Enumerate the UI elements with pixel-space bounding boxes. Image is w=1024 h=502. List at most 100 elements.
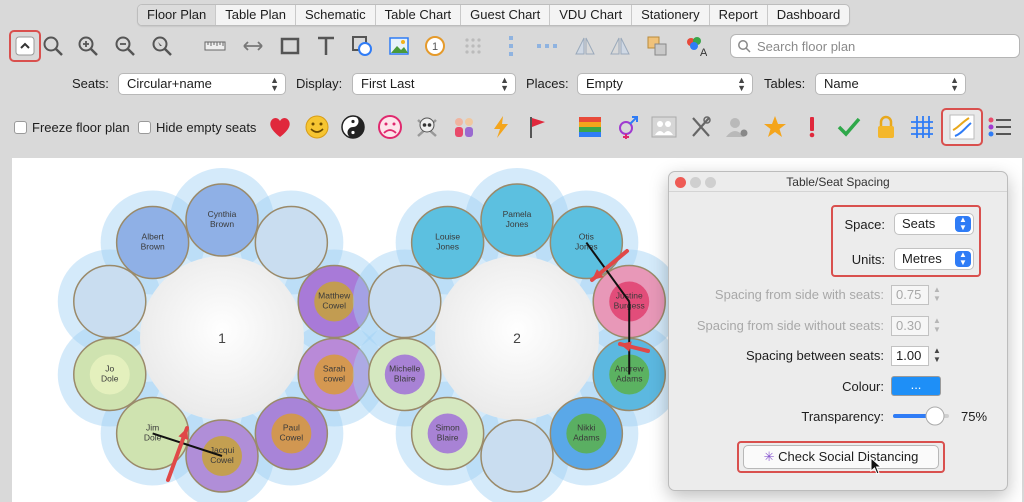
- places-select[interactable]: Empty ▲ ▼: [577, 73, 753, 95]
- freeze-floor-plan-checkbox[interactable]: Freeze floor plan: [14, 120, 132, 135]
- star-icon[interactable]: [760, 112, 790, 142]
- seat-name: Albert Brown: [141, 232, 165, 252]
- units-select[interactable]: Metres ▲ ▼: [894, 248, 974, 270]
- seats-select[interactable]: Circular+name ▲ ▼: [118, 73, 286, 95]
- zoom-out-icon[interactable]: [111, 32, 139, 60]
- groups-icon[interactable]: [649, 112, 679, 142]
- checkbox-box[interactable]: [14, 121, 27, 134]
- search-field[interactable]: Search floor plan: [730, 34, 1020, 58]
- collapse-icon[interactable]: [9, 30, 41, 62]
- distribute-vertical-icon[interactable]: [497, 32, 525, 60]
- check-social-distancing-button[interactable]: ✳ Check Social Distancing: [743, 445, 939, 469]
- seat[interactable]: [368, 264, 442, 339]
- yin-yang-icon[interactable]: [338, 112, 368, 142]
- lightning-icon[interactable]: [486, 112, 516, 142]
- shapes-tool-icon[interactable]: [348, 32, 376, 60]
- tab-vdu-chart[interactable]: VDU Chart: [550, 5, 633, 25]
- seat-circle[interactable]: [254, 205, 329, 280]
- seat-circle[interactable]: [368, 264, 442, 339]
- tab-report[interactable]: Report: [710, 5, 768, 25]
- seat[interactable]: Simon Blaire: [410, 396, 485, 471]
- grid-dots-icon[interactable]: [459, 32, 487, 60]
- tab-schematic[interactable]: Schematic: [296, 5, 376, 25]
- dialog-titlebar: Table/Seat Spacing: [669, 172, 1007, 192]
- tab-stationery[interactable]: Stationery: [632, 5, 710, 25]
- tab-table-plan[interactable]: Table Plan: [216, 5, 296, 25]
- seat[interactable]: Nikki Adams: [549, 396, 624, 471]
- checkmark-icon[interactable]: [834, 112, 864, 142]
- seat-circle[interactable]: [73, 264, 147, 339]
- flip-vertical-icon[interactable]: [606, 32, 634, 60]
- distribute-horizontal-icon[interactable]: [533, 32, 561, 60]
- tables-select[interactable]: Name ▲ ▼: [815, 73, 966, 95]
- side-without-seats-field[interactable]: 0.30: [891, 316, 929, 336]
- lock-icon[interactable]: [871, 112, 901, 142]
- display-select[interactable]: First Last ▲ ▼: [352, 73, 516, 95]
- tab-dashboard[interactable]: Dashboard: [768, 5, 850, 25]
- seat[interactable]: [480, 419, 554, 493]
- frown-icon[interactable]: [375, 112, 405, 142]
- seat[interactable]: Paul Cowel: [254, 396, 329, 471]
- seat[interactable]: Albert Brown: [115, 205, 190, 280]
- colour-font-icon[interactable]: A: [681, 32, 709, 60]
- checkbox-box[interactable]: [138, 121, 151, 134]
- tab-table-chart[interactable]: Table Chart: [376, 5, 462, 25]
- smiley-icon[interactable]: [302, 112, 332, 142]
- zoom-fit-icon[interactable]: [148, 32, 176, 60]
- ruler-icon[interactable]: [201, 32, 229, 60]
- seat[interactable]: Michelle Blaire: [368, 337, 442, 412]
- flag-icon[interactable]: [522, 112, 552, 142]
- text-tool-icon[interactable]: [312, 32, 340, 60]
- tab-guest-chart[interactable]: Guest Chart: [461, 5, 551, 25]
- image-tool-icon[interactable]: [385, 32, 413, 60]
- seat[interactable]: [254, 205, 329, 280]
- seat-name: Louise Jones: [435, 232, 460, 252]
- guest-settings-icon[interactable]: [722, 112, 752, 142]
- grid-icon[interactable]: [907, 112, 937, 142]
- side-with-seats-field[interactable]: 0.75: [891, 285, 929, 305]
- close-window-icon[interactable]: [675, 177, 686, 188]
- colour-bars-icon[interactable]: [575, 112, 605, 142]
- table-number-icon[interactable]: 1: [421, 32, 449, 60]
- search-icon[interactable]: [39, 32, 67, 60]
- side-with-seats-stepper[interactable]: ▲ ▼: [931, 285, 943, 305]
- cutlery-icon[interactable]: [686, 112, 716, 142]
- resize-arrows-icon[interactable]: [239, 32, 267, 60]
- side-without-seats-label: Spacing from side without seats:: [696, 318, 884, 333]
- updown-chevron-icon: ▲ ▼: [950, 75, 959, 93]
- flip-horizontal-icon[interactable]: [571, 32, 599, 60]
- list-icon[interactable]: [985, 112, 1015, 142]
- between-seats-field[interactable]: 1.00: [891, 346, 929, 366]
- search-field-icon: [738, 40, 751, 53]
- minimize-window-icon[interactable]: [690, 177, 701, 188]
- social-distancing-icon[interactable]: [941, 108, 983, 146]
- family-icon[interactable]: [449, 112, 479, 142]
- seat-circle[interactable]: [480, 419, 554, 493]
- seat[interactable]: Cynthia Brown: [185, 183, 259, 257]
- seat[interactable]: Louise Jones: [410, 205, 485, 280]
- colour-swatch-button[interactable]: ...: [891, 376, 941, 396]
- seat[interactable]: [73, 264, 147, 339]
- rectangle-tool-icon[interactable]: [276, 32, 304, 60]
- exclamation-icon[interactable]: [797, 112, 827, 142]
- seats-label: Seats:: [72, 76, 109, 91]
- tab-floor-plan[interactable]: Floor Plan: [138, 5, 217, 25]
- hide-empty-seats-checkbox[interactable]: Hide empty seats: [138, 120, 258, 135]
- table-1[interactable]: Cynthia BrownMatthew CowelSarah cowelPaul Co…: [57, 168, 387, 502]
- skull-icon[interactable]: [412, 112, 442, 142]
- table-2[interactable]: PamelaJonesOtisJonesJustineBurgessAndrew…: [352, 168, 682, 502]
- space-select[interactable]: Seats ▲ ▼: [894, 213, 974, 235]
- places-value: Empty: [586, 76, 623, 91]
- heart-icon[interactable]: [265, 112, 295, 142]
- seat[interactable]: Pamela Jones: [480, 183, 554, 257]
- between-seats-stepper[interactable]: ▲ ▼: [931, 346, 943, 366]
- gender-icon[interactable]: [613, 112, 643, 142]
- group-objects-icon[interactable]: [643, 32, 671, 60]
- transparency-slider[interactable]: [891, 406, 951, 426]
- zoom-in-icon[interactable]: [74, 32, 102, 60]
- display-label: Display:: [296, 76, 343, 91]
- seat[interactable]: Jo Dole: [73, 337, 147, 412]
- zoom-window-icon[interactable]: [705, 177, 716, 188]
- slider-knob[interactable]: [925, 406, 945, 426]
- side-without-seats-stepper[interactable]: ▲ ▼: [931, 316, 943, 336]
